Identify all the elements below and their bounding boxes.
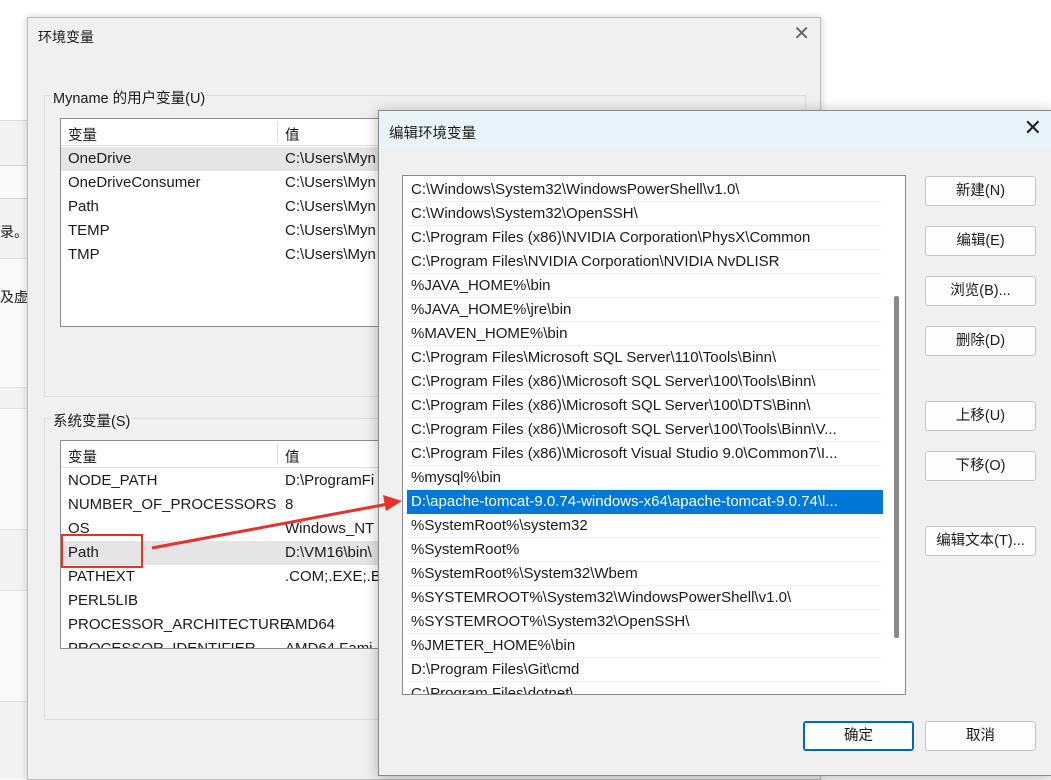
variable-name: TMP — [68, 246, 100, 263]
background-panel — [0, 258, 27, 388]
path-entry[interactable]: C:\Program Files (x86)\Microsoft SQL Ser… — [407, 418, 883, 442]
path-entry[interactable]: C:\Windows\System32\WindowsPowerShell\v1… — [407, 178, 883, 202]
path-entry[interactable]: %SYSTEMROOT%\System32\OpenSSH\ — [407, 610, 883, 634]
variable-name: NUMBER_OF_PROCESSORS — [68, 496, 277, 513]
user-variables-label: Myname 的用户变量(U) — [51, 87, 208, 108]
variable-value: D:\VM16\bin\ — [285, 544, 372, 561]
variable-value: AMD64 — [285, 616, 336, 633]
path-entry[interactable]: %JAVA_HOME%\jre\bin — [407, 298, 883, 322]
path-entry[interactable]: %SystemRoot%\System32\Wbem — [407, 562, 883, 586]
ok-button[interactable]: 确定 — [803, 721, 914, 751]
path-entry[interactable]: C:\Program Files (x86)\Microsoft SQL Ser… — [407, 394, 883, 418]
window-title: 环境变量 — [38, 29, 94, 45]
dialog-titlebar: 编辑环境变量 ✕ — [379, 111, 1051, 149]
move-down-button[interactable]: 下移(O) — [925, 451, 1036, 481]
move-up-button[interactable]: 上移(U) — [925, 401, 1036, 431]
variable-value: AMD64 Fami — [285, 640, 373, 649]
variable-name: PROCESSOR_IDENTIFIER — [68, 640, 256, 649]
variable-value: Windows_NT — [285, 520, 375, 537]
variable-name: PATHEXT — [68, 568, 135, 585]
system-variables-label: 系统变量(S) — [51, 410, 133, 431]
variable-name: TEMP — [68, 222, 110, 239]
list-item[interactable]: Path C:\Users\Myn — [61, 195, 391, 219]
edit-environment-variable-dialog: 编辑环境变量 ✕ C:\Windows\System32\WindowsPowe… — [378, 110, 1051, 776]
path-entry[interactable]: C:\Program Files\dotnet\ — [407, 682, 883, 694]
list-header: 变量 值 — [61, 119, 391, 146]
path-entry[interactable]: %JAVA_HOME%\bin — [407, 274, 883, 298]
edit-button[interactable]: 编辑(E) — [925, 226, 1036, 256]
background-text-fragment: 及虚 — [0, 289, 28, 305]
close-icon[interactable]: ✕ — [793, 24, 810, 44]
background-text-fragment: 录。 — [0, 224, 28, 240]
list-item[interactable]: TMP C:\Users\Myn — [61, 243, 391, 267]
path-entry[interactable]: %MAVEN_HOME%\bin — [407, 322, 883, 346]
column-header-variable[interactable]: 变量 — [68, 124, 97, 145]
browse-button[interactable]: 浏览(B)... — [925, 276, 1036, 306]
edit-text-button[interactable]: 编辑文本(T)... — [925, 526, 1036, 556]
list-item[interactable]: NODE_PATH D:\ProgramFi — [61, 469, 391, 493]
variable-name: PROCESSOR_ARCHITECTURE — [68, 616, 290, 633]
column-header-value[interactable]: 值 — [285, 446, 300, 467]
variable-value: .COM;.EXE;.B — [285, 568, 381, 585]
close-icon[interactable]: ✕ — [1024, 117, 1042, 139]
variable-value: C:\Users\Myn — [285, 222, 376, 239]
delete-button[interactable]: 删除(D) — [925, 326, 1036, 356]
list-header: 变量 值 — [61, 441, 391, 468]
column-separator — [277, 443, 278, 465]
variable-value: D:\ProgramFi — [285, 472, 375, 489]
background-panel — [0, 590, 27, 702]
list-item[interactable]: NUMBER_OF_PROCESSORS 8 — [61, 493, 391, 517]
path-entry[interactable]: %mysql%\bin — [407, 466, 883, 490]
dialog-title: 编辑环境变量 — [389, 126, 476, 142]
column-separator — [277, 121, 278, 143]
list-item[interactable]: OneDrive C:\Users\Myn — [61, 147, 391, 171]
path-entry[interactable]: %SYSTEMROOT%\System32\WindowsPowerShell\… — [407, 586, 883, 610]
cancel-button[interactable]: 取消 — [925, 721, 1036, 751]
path-entries-list[interactable]: C:\Windows\System32\WindowsPowerShell\v1… — [402, 175, 906, 695]
path-entry[interactable]: D:\Program Files\Git\cmd — [407, 658, 883, 682]
background-panel — [0, 408, 27, 530]
path-entry[interactable]: C:\Program Files\NVIDIA Corporation\NVID… — [407, 250, 883, 274]
variable-value: C:\Users\Myn — [285, 198, 376, 215]
path-entry[interactable]: C:\Program Files (x86)\NVIDIA Corporatio… — [407, 226, 883, 250]
column-header-variable[interactable]: 变量 — [68, 446, 97, 467]
variable-value: C:\Users\Myn — [285, 150, 376, 167]
user-variables-list[interactable]: 变量 值 OneDrive C:\Users\Myn OneDriveConsu… — [60, 118, 392, 327]
variable-value: C:\Users\Myn — [285, 246, 376, 263]
background-tab-strip — [0, 165, 27, 199]
variable-value: 8 — [285, 496, 294, 513]
list-item[interactable]: PERL5LIB — [61, 589, 391, 613]
path-entry[interactable]: %SystemRoot% — [407, 538, 883, 562]
list-item[interactable]: PATHEXT .COM;.EXE;.B — [61, 565, 391, 589]
background-window: 录。 及虚 — [0, 0, 28, 779]
path-entry-selected[interactable]: D:\apache-tomcat-9.0.74-windows-x64\apac… — [407, 490, 883, 514]
variable-name: PERL5LIB — [68, 592, 139, 609]
path-entry[interactable]: C:\Windows\System32\OpenSSH\ — [407, 202, 883, 226]
column-header-value[interactable]: 值 — [285, 124, 300, 145]
variable-name: Path — [68, 198, 99, 215]
annotation-highlight-box — [61, 534, 143, 568]
list-item[interactable]: TEMP C:\Users\Myn — [61, 219, 391, 243]
variable-value: C:\Users\Myn — [285, 174, 376, 191]
variable-name: OneDrive — [68, 150, 132, 167]
list-item[interactable]: PROCESSOR_ARCHITECTURE AMD64 — [61, 613, 391, 637]
variable-name: NODE_PATH — [68, 472, 158, 489]
list-item[interactable]: OneDriveConsumer C:\Users\Myn — [61, 171, 391, 195]
variable-name: OneDriveConsumer — [68, 174, 201, 191]
path-entry[interactable]: %SystemRoot%\system32 — [407, 514, 883, 538]
new-button[interactable]: 新建(N) — [925, 176, 1036, 206]
vertical-scrollbar[interactable] — [894, 296, 899, 638]
path-entry[interactable]: C:\Program Files\Microsoft SQL Server\11… — [407, 346, 883, 370]
list-item[interactable]: PROCESSOR_IDENTIFIER AMD64 Fami — [61, 637, 391, 649]
path-entry[interactable]: C:\Program Files (x86)\Microsoft SQL Ser… — [407, 370, 883, 394]
path-entry[interactable]: %JMETER_HOME%\bin — [407, 634, 883, 658]
path-entry[interactable]: C:\Program Files (x86)\Microsoft Visual … — [407, 442, 883, 466]
